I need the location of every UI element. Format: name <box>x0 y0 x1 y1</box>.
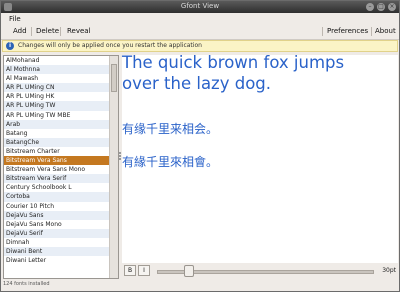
preview-controls: B I 30pt <box>122 264 398 278</box>
font-list-item[interactable]: DejaVu Sans Mono <box>4 220 110 229</box>
font-list: AlMohanad Al Mothnna Al Mawash AR PL UMing … <box>4 56 110 265</box>
reveal-button[interactable]: Reveal <box>67 27 91 35</box>
application-window: Gfont View – □ × File Add Delete Reveal … <box>0 0 400 292</box>
font-list-item[interactable]: Batang <box>4 129 110 138</box>
font-list-item[interactable]: Diwani Letter <box>4 256 110 265</box>
toolbar-separator <box>31 27 32 36</box>
about-button[interactable]: About <box>375 27 396 35</box>
maximize-icon[interactable]: □ <box>377 3 385 11</box>
info-message: Changes will only be applied once you re… <box>18 42 202 49</box>
font-list-item[interactable]: Diwani Bent <box>4 246 110 257</box>
font-list-item[interactable]: Arab <box>4 119 110 129</box>
size-slider-handle[interactable] <box>184 265 195 277</box>
toolbar-separator <box>60 27 61 36</box>
font-list-item[interactable]: Century Schoolbook L <box>4 183 110 192</box>
toolbar-separator <box>371 27 372 36</box>
size-value-label: 30pt <box>382 267 396 274</box>
font-list-scrollbar[interactable] <box>109 56 118 278</box>
window-title: Gfont View <box>180 2 220 10</box>
font-list-item[interactable]: Bitstream Vera Sans <box>4 156 110 166</box>
italic-toggle[interactable]: I <box>138 265 150 276</box>
title-bar[interactable]: Gfont View – □ × <box>1 1 399 13</box>
add-button[interactable]: Add <box>13 27 27 35</box>
font-list-item[interactable]: Al Mawash <box>4 74 110 83</box>
preview-text-line-1: The quick brown fox jumps <box>122 53 345 72</box>
font-list-item[interactable]: Dimnah <box>4 238 110 247</box>
font-list-item[interactable]: DejaVu Sans <box>4 210 110 220</box>
font-list-item[interactable]: AR PL UMing TW <box>4 101 110 111</box>
font-list-panel: AlMohanad Al Mothnna Al Mawash AR PL UMing … <box>3 55 119 279</box>
font-preview-area: The quick brown fox jumps over the lazy … <box>122 53 398 263</box>
close-icon[interactable]: × <box>388 3 396 11</box>
preview-text-line-2: over the lazy dog. <box>122 74 272 93</box>
font-list-item[interactable]: Bitstream Charter <box>4 147 110 156</box>
font-list-item[interactable]: AR PL UMing HK <box>4 92 110 101</box>
font-list-item[interactable]: Cortoba <box>4 192 110 202</box>
menu-file[interactable]: File <box>9 15 21 23</box>
info-icon: i <box>6 42 14 50</box>
toolbar: Add Delete Reveal Preferences About <box>1 24 399 40</box>
preferences-button[interactable]: Preferences <box>327 27 368 35</box>
font-list-item[interactable]: Bitstream Vera Sans Mono <box>4 165 110 174</box>
window-controls: – □ × <box>366 3 396 11</box>
font-list-item[interactable]: Bitstream Vera Serif <box>4 174 110 184</box>
scrollbar-thumb[interactable] <box>111 64 117 92</box>
font-list-item[interactable]: BatangChe <box>4 137 110 147</box>
bold-toggle[interactable]: B <box>124 265 136 276</box>
minimize-icon[interactable]: – <box>366 3 374 11</box>
font-list-item[interactable]: AR PL UMing CN <box>4 83 110 93</box>
menu-bar: File <box>1 13 399 24</box>
info-bar: i Changes will only be applied once you … <box>2 40 398 52</box>
font-list-item[interactable]: Al Mothnna <box>4 65 110 75</box>
delete-button[interactable]: Delete <box>36 27 59 35</box>
preview-cjk-simplified: 有缘千里来相会。 <box>122 122 219 136</box>
toolbar-separator <box>322 27 323 36</box>
preview-cjk-traditional: 有緣千里來相會。 <box>122 155 219 169</box>
font-list-item[interactable]: DejaVu Serif <box>4 228 110 238</box>
font-list-item[interactable]: AlMohanad <box>4 56 110 65</box>
font-count-status: 124 fonts installed <box>3 281 50 287</box>
font-list-item[interactable]: AR PL UMing TW MBE <box>4 111 110 120</box>
font-list-item[interactable]: Courier 10 Pitch <box>4 202 110 211</box>
